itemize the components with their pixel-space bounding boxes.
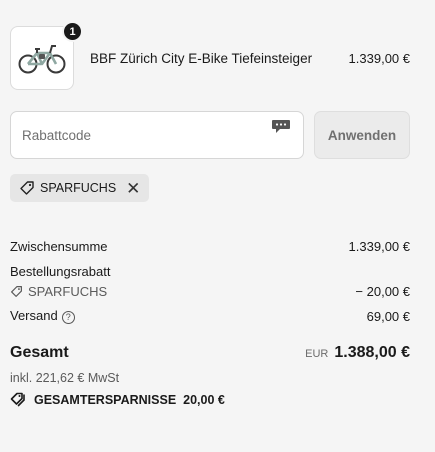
shipping-value: 69,00 € bbox=[366, 308, 410, 324]
ebike-image bbox=[18, 45, 66, 74]
currency-code: EUR bbox=[305, 348, 329, 360]
shipping-label: Versand bbox=[10, 308, 58, 324]
shipping-label-wrap: Versand? bbox=[10, 308, 75, 324]
tag-icon bbox=[20, 181, 34, 195]
order-discount-code-wrap: SPARFUCHS bbox=[10, 284, 107, 299]
tags-icon bbox=[10, 392, 25, 407]
quantity-badge: 1 bbox=[62, 21, 83, 42]
tag-icon bbox=[11, 285, 22, 297]
discount-code-input[interactable] bbox=[11, 112, 303, 158]
savings-value: 20,00 € bbox=[183, 392, 225, 407]
applied-discount-chip: SPARFUCHS ✕ bbox=[10, 174, 150, 202]
product-thumbnail: 1 bbox=[10, 21, 83, 90]
total-label: Gesamt bbox=[10, 344, 69, 361]
discount-form: Anwenden bbox=[10, 111, 410, 159]
help-icon[interactable]: ? bbox=[61, 310, 75, 324]
discount-field-wrapper bbox=[10, 111, 304, 159]
product-name: BBF Zürich City E-Bike Tiefeinsteiger bbox=[90, 50, 313, 66]
order-discount-code: SPARFUCHS bbox=[28, 283, 108, 299]
order-discount-row: Bestellungsrabatt bbox=[10, 261, 410, 281]
savings-label: GESAMTERSPARNISSE bbox=[34, 392, 177, 407]
order-discount-detail-row: SPARFUCHS − 20,00 € bbox=[10, 281, 410, 301]
tax-note: inkl. 221,62 € MwSt bbox=[10, 371, 120, 385]
shipping-row: Versand? 69,00 € bbox=[10, 306, 410, 326]
subtotal-value: 1.339,00 € bbox=[348, 238, 410, 254]
total-amount: EUR 1.388,00 € bbox=[305, 344, 410, 362]
order-discount-value: − 20,00 € bbox=[355, 283, 410, 299]
apply-discount-button[interactable]: Anwenden bbox=[314, 111, 410, 159]
product-price: 1.339,00 € bbox=[348, 50, 410, 66]
cart-line-item: 1 BBF Zürich City E-Bike Tiefeinsteiger … bbox=[10, 21, 410, 90]
subtotal-label: Zwischensumme bbox=[10, 238, 108, 254]
order-discount-label: Bestellungsrabatt bbox=[10, 263, 111, 279]
total-savings: GESAMTERSPARNISSE 20,00 € bbox=[10, 392, 225, 407]
total-value: 1.388,00 € bbox=[334, 344, 410, 361]
subtotal-row: Zwischensumme 1.339,00 € bbox=[10, 236, 410, 256]
chat-bubble-icon[interactable] bbox=[271, 119, 291, 134]
remove-discount-icon[interactable]: ✕ bbox=[126, 180, 140, 197]
applied-discount-code: SPARFUCHS bbox=[40, 181, 117, 195]
total-row: Gesamt EUR 1.388,00 € bbox=[10, 344, 410, 362]
order-summary: Zwischensumme 1.339,00 € Bestellungsraba… bbox=[10, 236, 410, 326]
